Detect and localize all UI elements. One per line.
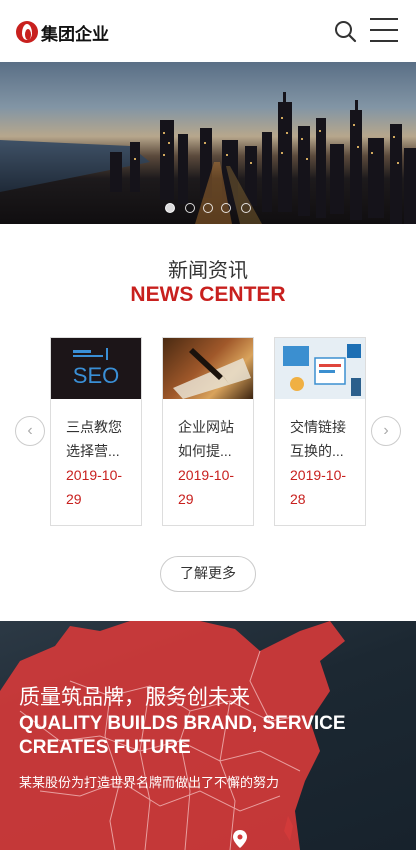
menu-button[interactable] bbox=[370, 18, 398, 42]
news-card[interactable]: 交情链接互换的... 2019-10-28 bbox=[274, 337, 366, 526]
news-card-date: 2019-10-29 bbox=[66, 467, 123, 507]
news-card-title: 交情链接互换的... bbox=[290, 419, 346, 459]
news-title-en: NEWS CENTER bbox=[130, 283, 286, 306]
logo[interactable]: 集团企业 bbox=[16, 19, 109, 45]
promo-description: 某某股份为打造世界名牌而做出了不懈的努力 bbox=[19, 775, 280, 790]
news-thumbnail: SEO bbox=[51, 338, 141, 399]
news-card-date: 2019-10-29 bbox=[178, 467, 235, 507]
location-pin-icon bbox=[233, 830, 247, 848]
next-button[interactable]: › bbox=[371, 416, 401, 446]
news-thumbnail bbox=[163, 338, 253, 399]
logo-flame-icon bbox=[16, 21, 38, 43]
pen-thumbnail-image bbox=[173, 348, 251, 399]
links-thumbnail-image bbox=[283, 344, 361, 396]
city-skyline-image bbox=[0, 92, 416, 224]
seo-thumbnail-image: SEO bbox=[73, 348, 119, 388]
search-button[interactable] bbox=[333, 19, 359, 45]
news-card-date: 2019-10-28 bbox=[290, 467, 347, 507]
news-card[interactable]: SEO 三点教您选择营... 2019-10-29 bbox=[50, 337, 142, 526]
promo-banner: 质量筑品牌，服务创未来 QUALITY BUILDS BRAND, SERVIC… bbox=[0, 621, 416, 850]
news-card[interactable]: 企业网站如何提... 2019-10-29 bbox=[162, 337, 254, 526]
svg-text:SEO: SEO bbox=[73, 363, 119, 388]
carousel-dot[interactable] bbox=[221, 203, 231, 213]
carousel-dot[interactable] bbox=[241, 203, 251, 213]
chevron-right-icon: › bbox=[383, 422, 389, 439]
promo-title-en: QUALITY BUILDS BRAND, SERVICE CREATES FU… bbox=[19, 713, 346, 758]
hero-banner[interactable] bbox=[0, 62, 416, 224]
carousel-dot[interactable] bbox=[185, 203, 195, 213]
news-title-cn: 新闻资讯 bbox=[168, 260, 248, 282]
carousel-dots bbox=[0, 202, 416, 214]
carousel-dot[interactable] bbox=[165, 203, 175, 213]
search-icon bbox=[335, 21, 357, 43]
chevron-left-icon: ‹ bbox=[27, 422, 33, 439]
hamburger-menu-icon bbox=[370, 18, 398, 20]
header: 集团企业 bbox=[0, 0, 416, 62]
news-card-title: 企业网站如何提... bbox=[178, 419, 234, 459]
prev-button[interactable]: ‹ bbox=[15, 416, 45, 446]
learn-more-button[interactable]: 了解更多 bbox=[160, 556, 256, 592]
news-thumbnail bbox=[275, 338, 365, 399]
carousel-dot[interactable] bbox=[203, 203, 213, 213]
news-card-title: 三点教您选择营... bbox=[66, 419, 122, 459]
promo-title-cn: 质量筑品牌，服务创未来 bbox=[19, 686, 250, 709]
logo-text: 集团企业 bbox=[41, 24, 109, 44]
